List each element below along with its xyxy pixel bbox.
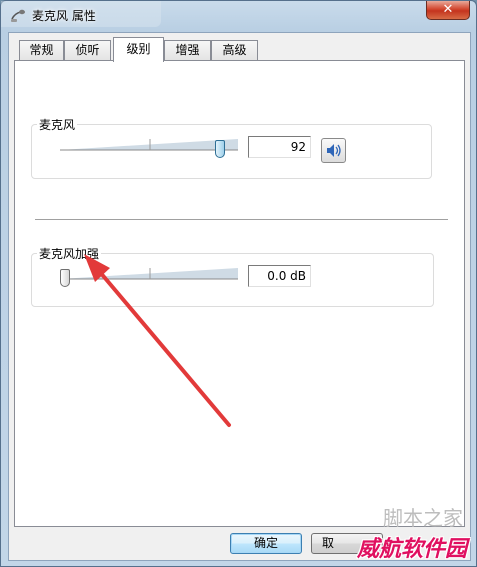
microphone-slider-track[interactable]	[60, 139, 238, 153]
tab-general[interactable]: 常规	[19, 40, 64, 61]
tab-label: 高级	[222, 43, 247, 57]
separator	[35, 219, 448, 220]
speaker-icon	[327, 144, 341, 157]
microphone-boost-value[interactable]: 0.0 dB	[248, 265, 311, 287]
titlebar[interactable]: 麦克风 属性 ✕	[1, 1, 476, 31]
microphone-level-value[interactable]: 92	[248, 136, 311, 158]
levels-panel: 麦克风 92 麦克风加强 0.0 dB	[14, 60, 465, 527]
tab-label: 侦听	[75, 43, 100, 57]
microphone-icon	[11, 9, 25, 22]
microphone-label: 麦克风	[37, 116, 78, 133]
properties-window: 麦克风 属性 ✕ 常规 侦听 级别 增强 高级 麦克风 92 麦克风加强 0.0…	[0, 0, 477, 567]
microphone-boost-label: 麦克风加强	[37, 245, 102, 262]
microphone-boost-slider-thumb[interactable]	[60, 269, 70, 287]
ok-button-label: 确定	[253, 536, 278, 550]
tab-label: 常规	[29, 43, 54, 57]
dialog-client: 常规 侦听 级别 增强 高级 麦克风 92 麦克风加强 0.0 dB 确定 取	[8, 32, 471, 561]
watermark-logo: 威航软件园	[356, 537, 467, 562]
tab-enhancements[interactable]: 增强	[164, 40, 211, 61]
tab-listen[interactable]: 侦听	[64, 40, 111, 61]
window-title: 麦克风 属性	[32, 9, 96, 23]
watermark-secondary: 脚本之家	[383, 506, 463, 530]
mute-button[interactable]	[321, 138, 346, 163]
ok-button[interactable]: 确定	[230, 533, 302, 554]
tab-label: 级别	[126, 42, 151, 56]
microphone-boost-slider-track[interactable]	[60, 268, 238, 282]
cancel-button-label: 取	[322, 536, 335, 550]
tab-label: 增强	[175, 43, 200, 57]
close-icon: ✕	[442, 2, 454, 17]
tab-advanced[interactable]: 高级	[211, 40, 258, 61]
close-button[interactable]: ✕	[426, 1, 470, 20]
microphone-slider-thumb[interactable]	[214, 140, 225, 158]
tab-levels[interactable]: 级别	[113, 37, 164, 62]
